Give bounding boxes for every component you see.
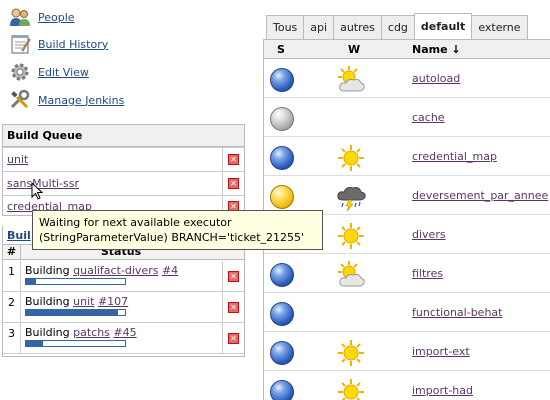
tooltip-line-2: (StringParameterValue) BRANCH='ticket_21… xyxy=(39,231,305,244)
cancel-icon[interactable]: ✕ xyxy=(228,178,239,189)
status-blue-icon[interactable] xyxy=(270,146,294,170)
nav-build-history-label[interactable]: Build History xyxy=(38,38,108,51)
weather-partly-cloudy-icon[interactable] xyxy=(336,260,366,290)
tools-icon xyxy=(8,89,32,111)
executor-number: 2 xyxy=(3,292,21,322)
job-row: credential_map xyxy=(264,137,550,176)
executor-prefix: Building xyxy=(25,326,74,339)
nav-build-history[interactable]: Build History xyxy=(8,33,108,55)
executor-status: Building patchs #45 xyxy=(25,326,137,339)
job-name-link[interactable]: filtres xyxy=(412,267,443,280)
job-row: cache xyxy=(264,98,550,137)
status-blue-icon[interactable] xyxy=(270,341,294,365)
status-blue-icon[interactable] xyxy=(270,68,294,92)
queue-item-link[interactable]: unit xyxy=(7,153,28,166)
executor-prefix: Building xyxy=(25,295,74,308)
executor-number: 1 xyxy=(3,261,21,291)
nav-people-label[interactable]: People xyxy=(38,11,75,24)
progress-bar[interactable] xyxy=(25,278,126,285)
job-name-link[interactable]: divers xyxy=(412,228,446,241)
stop-build-icon[interactable]: ✕ xyxy=(228,270,239,282)
weather-sunny-icon[interactable] xyxy=(336,377,366,400)
weather-storm-icon[interactable] xyxy=(336,182,366,212)
job-name-link[interactable]: import-had xyxy=(412,384,473,397)
people-icon xyxy=(8,6,32,28)
col-number: # xyxy=(3,245,21,259)
job-row: import-ext xyxy=(264,332,550,371)
executor-job-link[interactable]: unit xyxy=(73,295,94,308)
progress-bar[interactable] xyxy=(25,340,126,347)
nav-people[interactable]: People xyxy=(8,6,75,28)
tab-api[interactable]: api xyxy=(303,15,335,39)
job-row: autoload xyxy=(264,59,550,98)
job-name-link[interactable]: credential_map xyxy=(412,150,497,163)
executor-row: 2 Building unit #107 ✕ xyxy=(3,292,244,323)
job-name-link[interactable]: functional-behat xyxy=(412,306,502,319)
col-name[interactable]: Name ↓ xyxy=(412,43,461,56)
executor-prefix: Building xyxy=(25,264,74,277)
nav-manage-jenkins[interactable]: Manage Jenkins xyxy=(8,89,124,111)
notepad-icon xyxy=(8,33,32,55)
job-name-link[interactable]: deversement_par_annee xyxy=(412,189,548,202)
job-row: import-had xyxy=(264,371,550,400)
job-row: functional-behat xyxy=(264,293,550,332)
progress-fill xyxy=(26,341,43,346)
weather-partly-cloudy-icon[interactable] xyxy=(336,65,366,95)
tab-autres[interactable]: autres xyxy=(333,15,382,39)
col-s[interactable]: S xyxy=(277,43,285,56)
job-name-link[interactable]: autoload xyxy=(412,72,460,85)
executor-build-link[interactable]: #45 xyxy=(113,326,136,339)
executor-row: 1 Building qualifact-divers #4 ✕ xyxy=(3,261,244,292)
executor-job-link[interactable]: patchs xyxy=(73,326,110,339)
status-blue-icon[interactable] xyxy=(270,380,294,400)
tab-default[interactable]: default xyxy=(413,13,473,39)
tooltip-line-1: Waiting for next available executor xyxy=(39,216,232,229)
queue-item: unit ✕ xyxy=(3,147,244,172)
executor-status: Building qualifact-divers #4 xyxy=(25,264,178,277)
status-yellow-icon[interactable] xyxy=(270,185,294,209)
col-w[interactable]: W xyxy=(348,43,360,56)
executor-job-link[interactable]: qualifact-divers xyxy=(73,264,158,277)
mouse-cursor-icon xyxy=(31,182,43,200)
stop-build-icon[interactable]: ✕ xyxy=(228,332,239,344)
progress-fill xyxy=(26,310,119,315)
nav-edit-view-label[interactable]: Edit View xyxy=(38,66,89,79)
view-tabs: Tous api autres cdg default externe xyxy=(266,13,528,39)
tab-tous[interactable]: Tous xyxy=(266,15,305,39)
executor-build-link[interactable]: #4 xyxy=(162,264,178,277)
build-queue-title: Build Queue xyxy=(3,125,244,147)
status-grey-icon[interactable] xyxy=(270,107,294,131)
executor-row: 3 Building patchs #45 ✕ xyxy=(3,323,244,354)
jobs-table-header: S W Name ↓ xyxy=(264,39,550,59)
executor-status: Building unit #107 xyxy=(25,295,128,308)
executor-number: 3 xyxy=(3,323,21,353)
cancel-icon[interactable]: ✕ xyxy=(228,154,239,165)
job-name-link[interactable]: import-ext xyxy=(412,345,470,358)
status-blue-icon[interactable] xyxy=(270,263,294,287)
queue-item-link[interactable]: sansMulti-ssr xyxy=(7,177,79,190)
job-row: filtres xyxy=(264,254,550,293)
tab-cdg[interactable]: cdg xyxy=(380,15,415,39)
executor-panel-title[interactable]: Buil xyxy=(7,229,31,242)
job-name-link[interactable]: cache xyxy=(412,111,445,124)
stop-build-icon[interactable]: ✕ xyxy=(228,301,239,313)
weather-sunny-icon[interactable] xyxy=(336,221,366,251)
status-blue-icon[interactable] xyxy=(270,302,294,326)
executor-build-link[interactable]: #107 xyxy=(98,295,128,308)
weather-sunny-icon[interactable] xyxy=(336,143,366,173)
tab-externe[interactable]: externe xyxy=(471,15,528,39)
weather-sunny-icon[interactable] xyxy=(336,338,366,368)
progress-fill xyxy=(26,279,36,284)
build-queue-panel: Build Queue unit ✕ sansMulti-ssr ✕ crede… xyxy=(2,124,245,217)
nav-edit-view[interactable]: Edit View xyxy=(8,61,89,83)
progress-bar[interactable] xyxy=(25,309,126,316)
gear-icon xyxy=(8,61,32,83)
queue-item-tooltip: Waiting for next available executor (Str… xyxy=(32,210,323,250)
nav-manage-jenkins-label[interactable]: Manage Jenkins xyxy=(38,94,124,107)
